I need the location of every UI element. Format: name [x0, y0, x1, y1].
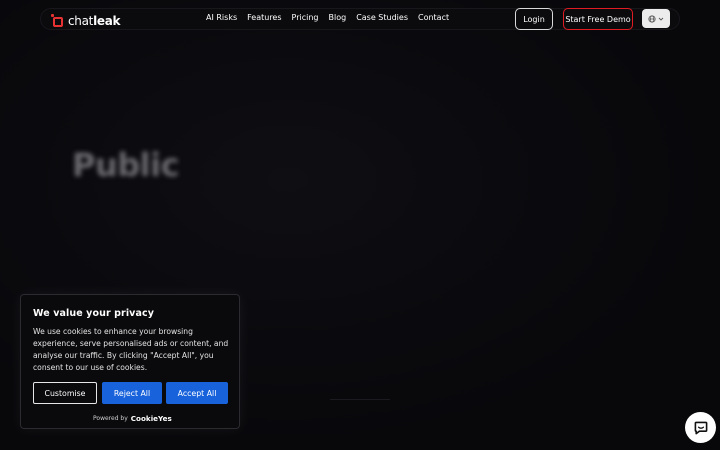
- cookie-consent-banner: We value your privacy We use cookies to …: [20, 294, 240, 429]
- logo-text-bold: leak: [93, 14, 121, 28]
- logo[interactable]: chatleak: [51, 12, 121, 30]
- logo-icon: [51, 14, 65, 28]
- logo-text-light: chat: [68, 14, 94, 28]
- cookie-body: We use cookies to enhance your browsing …: [33, 327, 229, 372]
- cookieyes-logo[interactable]: CookieYes: [131, 414, 172, 423]
- nav-item-features[interactable]: Features: [247, 13, 281, 22]
- logo-text: chatleak: [68, 14, 121, 28]
- divider: [330, 399, 390, 400]
- nav-item-contact[interactable]: Contact: [418, 13, 449, 22]
- powered-by-label: Powered by: [93, 415, 128, 422]
- nav-item-case-studies[interactable]: Case Studies: [356, 13, 408, 22]
- powered-by: Powered by CookieYes: [93, 414, 172, 423]
- main-menu: AI Risks Features Pricing Blog Case Stud…: [206, 13, 449, 22]
- cookie-title: We value your privacy: [33, 308, 155, 319]
- chat-bubble-icon: [694, 421, 707, 434]
- chevron-down-icon: [658, 17, 664, 21]
- reject-all-button[interactable]: Reject All: [102, 382, 162, 404]
- nav-item-blog[interactable]: Blog: [329, 13, 347, 22]
- chat-widget-button[interactable]: [685, 412, 716, 443]
- customise-button[interactable]: Customise: [33, 382, 97, 404]
- language-selector[interactable]: [642, 9, 670, 28]
- page: chatleak AI Risks Features Pricing Blog …: [0, 0, 720, 450]
- nav-item-ai-risks[interactable]: AI Risks: [206, 13, 237, 22]
- accept-all-button[interactable]: Accept All: [166, 382, 228, 404]
- hero-heading: Public: [72, 146, 180, 184]
- start-free-demo-button[interactable]: Start Free Demo: [563, 8, 633, 30]
- login-button[interactable]: Login: [515, 8, 553, 30]
- nav-item-pricing[interactable]: Pricing: [292, 13, 319, 22]
- globe-icon: [648, 14, 656, 23]
